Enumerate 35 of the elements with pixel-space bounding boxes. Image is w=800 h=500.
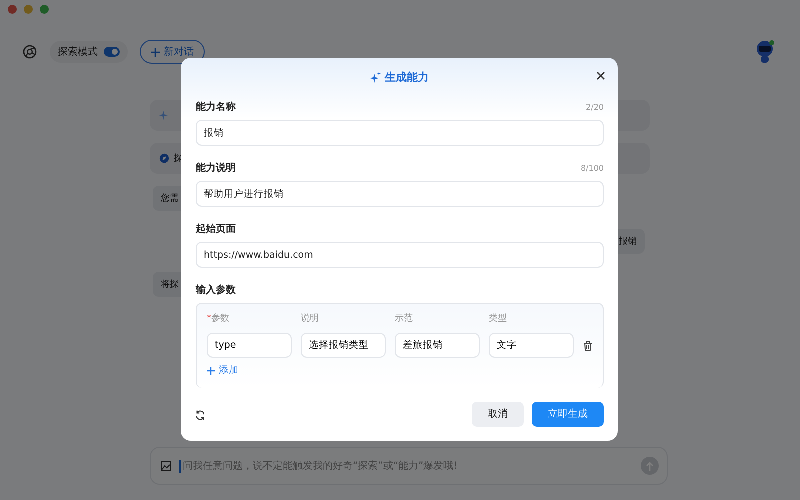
- field-label: 能力名称: [196, 100, 236, 114]
- cancel-button[interactable]: 取消: [472, 402, 524, 426]
- text-field[interactable]: https://www.baidu.com: [196, 242, 604, 268]
- field-label: 输入参数: [196, 284, 237, 297]
- column-header: 示范: [395, 312, 414, 325]
- image-icon[interactable]: [161, 461, 171, 471]
- parameter-field[interactable]: 差旅报销: [395, 333, 480, 358]
- arrow-up-icon: [646, 462, 654, 470]
- parameter-field[interactable]: type: [207, 333, 292, 358]
- plus-icon: [207, 366, 215, 374]
- parameter-field[interactable]: 文字: [489, 333, 574, 358]
- column-header: *参数: [207, 312, 230, 325]
- character-counter: 2/20: [586, 102, 604, 112]
- add-parameter-link[interactable]: 添加: [207, 364, 239, 377]
- chat-input-field[interactable]: 问我任意问题，说不定能触发我的好奇“探索”或“能力”爆发哦!: [179, 460, 633, 472]
- refresh-icon[interactable]: [195, 408, 206, 420]
- logo-icon[interactable]: [22, 44, 38, 60]
- field-label: 起始页面: [196, 222, 236, 236]
- sparkle-icon: [370, 72, 381, 82]
- generate-button[interactable]: 立即生成: [532, 402, 604, 426]
- close-window-button[interactable]: [8, 5, 17, 14]
- column-header: 类型: [489, 312, 508, 325]
- dialog-title: 生成能力: [385, 70, 429, 84]
- explore-mode-toggle[interactable]: 探索模式: [50, 41, 128, 63]
- trash-icon[interactable]: [583, 340, 593, 351]
- field-label: 能力说明: [196, 162, 236, 175]
- sparkle-icon: [159, 110, 170, 121]
- parameter-field[interactable]: 选择报销类型: [301, 333, 386, 358]
- plus-icon: [151, 48, 160, 56]
- character-counter: 8/100: [580, 164, 604, 172]
- text-field[interactable]: 帮助用户进行报销: [196, 181, 604, 207]
- chat-input-bar[interactable]: 问我任意问题，说不定能触发我的好奇“探索”或“能力”爆发哦!: [150, 447, 668, 485]
- compass-icon: [159, 153, 170, 164]
- column-header: 说明: [301, 312, 320, 325]
- text-field[interactable]: 报销: [196, 120, 604, 146]
